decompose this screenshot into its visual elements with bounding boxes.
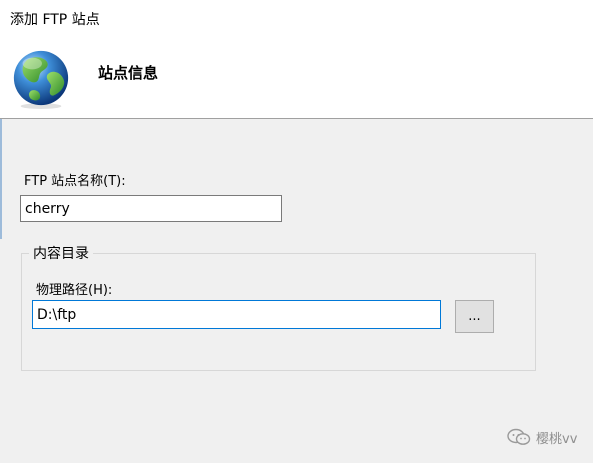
background-window-edge: [0, 119, 2, 239]
browse-button[interactable]: ...: [455, 300, 494, 333]
watermark: 樱桃vv: [507, 427, 577, 447]
content-directory-title: 内容目录: [29, 243, 93, 263]
add-ftp-site-dialog: 添加 FTP 站点 站点信息 FTP 站点名称(T): cherry 内容目录 …: [0, 0, 593, 463]
window-title: 添加 FTP 站点: [10, 12, 100, 28]
dialog-header: 添加 FTP 站点 站点信息: [0, 0, 593, 119]
site-name-label: FTP 站点名称(T):: [24, 174, 126, 189]
physical-path-input[interactable]: [32, 300, 441, 329]
site-name-input[interactable]: [20, 195, 282, 222]
globe-icon: [13, 50, 69, 110]
physical-path-label: 物理路径(H):: [36, 283, 113, 298]
header-title: 站点信息: [98, 64, 159, 82]
watermark-text: 樱桃vv: [536, 431, 578, 447]
wechat-icon: [507, 428, 531, 445]
